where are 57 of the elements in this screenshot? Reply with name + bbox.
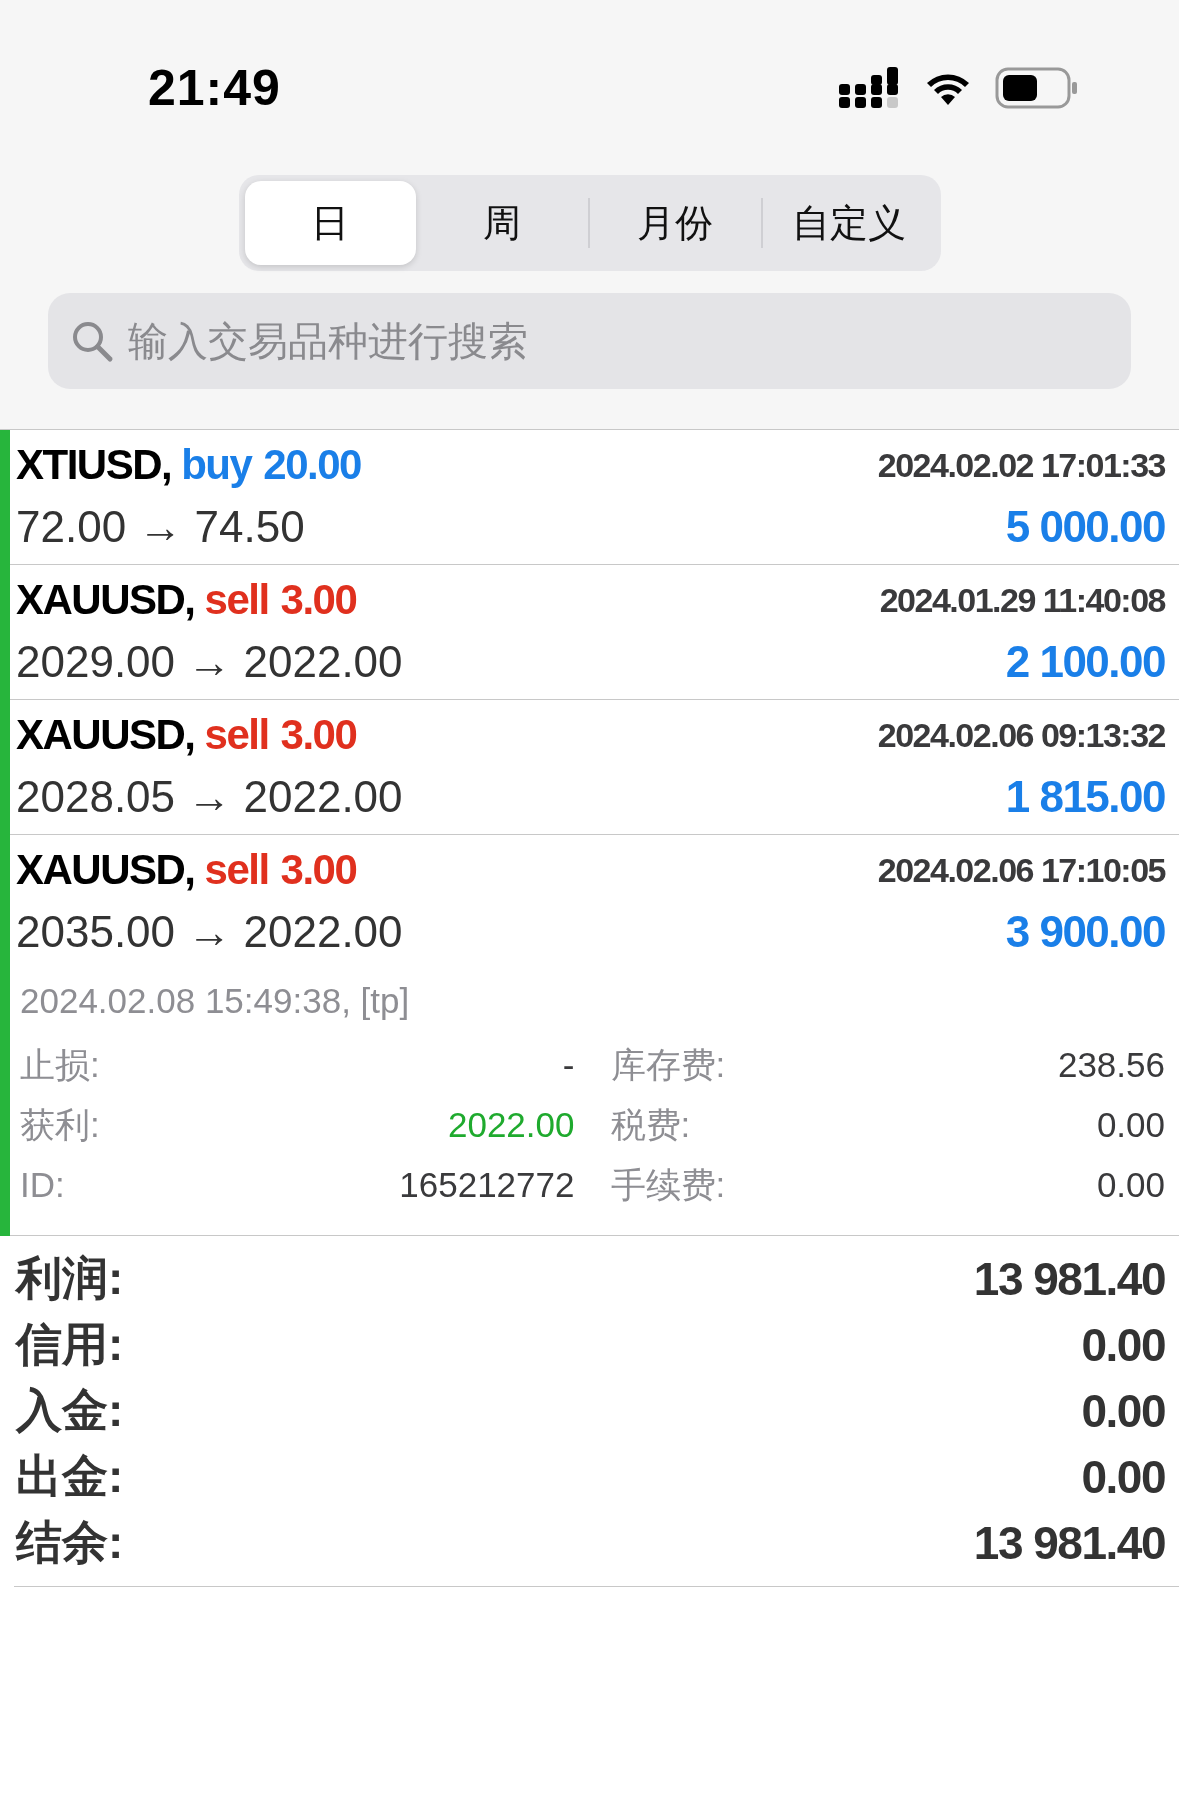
summary-label: 出金:	[16, 1449, 124, 1504]
trade-volume: 3.00	[280, 711, 357, 758]
trade-prices: 72.00 → 74.50	[16, 502, 305, 552]
summary-value: 0.00	[1081, 1384, 1165, 1438]
detail-value: 238.56	[1057, 1045, 1165, 1085]
trade-time: 2024.02.06 09:13:32	[877, 715, 1165, 755]
summary-label: 入金:	[16, 1383, 124, 1438]
trade-time: 2024.02.06 17:10:05	[877, 850, 1165, 890]
search-field[interactable]: 输入交易品种进行搜索	[128, 311, 1131, 371]
trade-side: sell	[204, 576, 269, 623]
detail-value: 0.00	[1096, 1105, 1165, 1145]
signal-icon	[839, 66, 901, 109]
battery-icon	[995, 66, 1079, 109]
status-time: 21:49	[148, 58, 281, 117]
search-bar[interactable]: 输入交易品种进行搜索	[48, 293, 1131, 389]
trade-volume: 20.00	[263, 441, 361, 488]
detail-label: ID:	[20, 1165, 65, 1205]
trade-volume: 3.00	[280, 846, 357, 893]
trade-profit: 1 815.00	[1005, 772, 1165, 822]
trade-time: 2024.02.02 17:01:33	[877, 445, 1165, 485]
summary-label: 结余:	[16, 1515, 124, 1570]
summary-value: 13 981.40	[973, 1252, 1165, 1306]
trade-profit: 3 900.00	[1005, 907, 1165, 957]
detail-label: 手续费:	[610, 1163, 726, 1206]
trade-volume: 3.00	[280, 576, 357, 623]
period-tab[interactable]: 自定义	[763, 181, 935, 265]
close-info: 2024.02.08 15:49:38, [tp]	[19, 980, 411, 1022]
trade-symbol: XTIUSD,	[16, 441, 172, 488]
detail-label: 税费:	[610, 1103, 691, 1146]
search-icon	[70, 319, 114, 363]
trade-profit: 2 100.00	[1005, 637, 1165, 687]
detail-value: -	[562, 1045, 575, 1085]
trade-side: sell	[204, 711, 269, 758]
detail-label: 获利:	[20, 1103, 100, 1146]
summary-label: 利润:	[16, 1251, 124, 1306]
summary-value: 0.00	[1081, 1450, 1165, 1504]
trade-prices: 2028.05 → 2022.00	[16, 772, 403, 822]
detail-value: 2022.00	[447, 1105, 575, 1145]
detail-value: 0.00	[1096, 1165, 1165, 1205]
trade-time: 2024.01.29 11:40:08	[879, 580, 1165, 620]
trade-prices: 2035.00 → 2022.00	[16, 907, 403, 957]
period-tab[interactable]: 周	[416, 181, 588, 265]
trade-prices: 2029.00 → 2022.00	[16, 637, 403, 687]
summary-label: 信用:	[16, 1317, 124, 1372]
summary-value: 0.00	[1081, 1318, 1165, 1372]
detail-label: 止损:	[20, 1043, 100, 1086]
period-tab[interactable]: 日	[244, 181, 416, 265]
detail-value: 165212772	[399, 1165, 575, 1205]
trade-symbol: XAUUSD,	[16, 711, 195, 758]
trade-symbol: XAUUSD,	[16, 846, 195, 893]
trade-symbol: XAUUSD,	[16, 576, 195, 623]
trade-side: buy	[181, 441, 252, 488]
summary-value: 13 981.40	[973, 1516, 1165, 1570]
trade-profit: 5 000.00	[1005, 502, 1165, 552]
detail-label: 库存费:	[610, 1043, 726, 1086]
period-tab[interactable]: 月份	[589, 181, 761, 265]
trade-side: sell	[204, 846, 269, 893]
